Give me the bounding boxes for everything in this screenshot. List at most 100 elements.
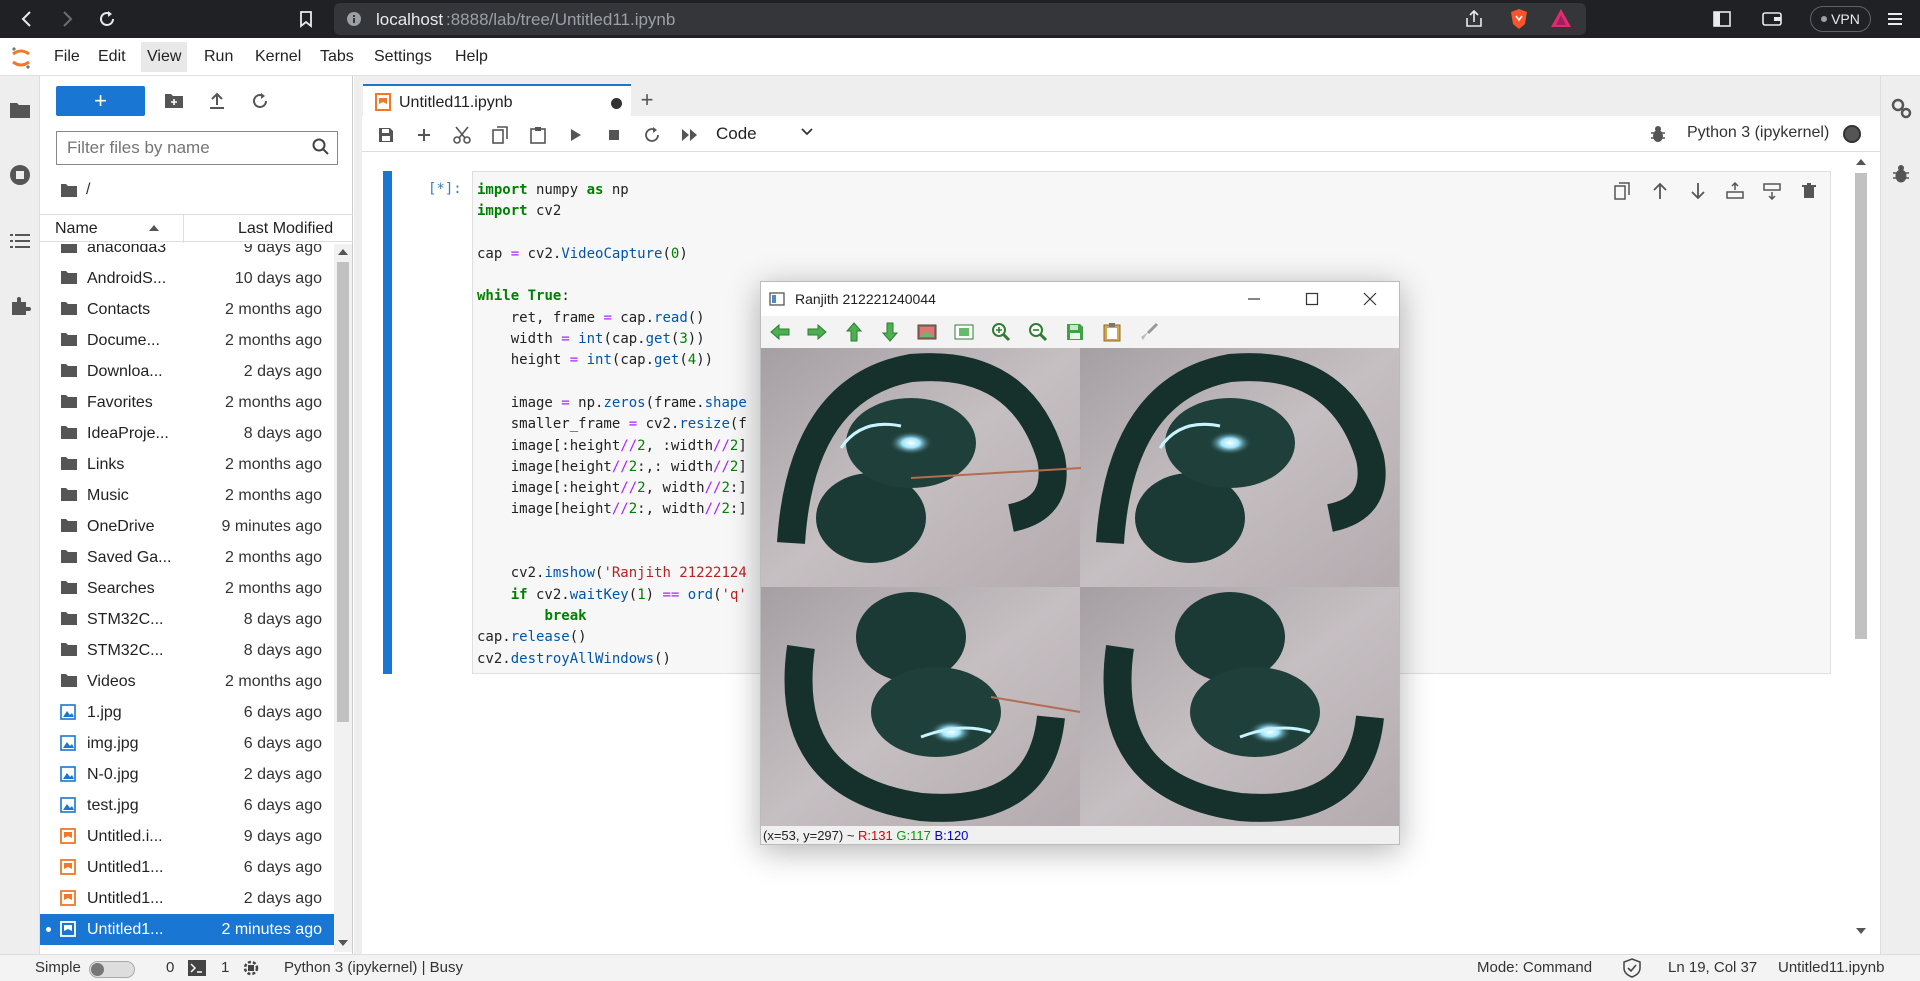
kernel-status[interactable]: Python 3 (ipykernel) | Busy (284, 959, 463, 976)
insert-cell-icon[interactable] (413, 124, 435, 146)
sidebar-toggle-icon[interactable] (1709, 6, 1735, 32)
scroll-up-arrow-icon[interactable] (338, 248, 348, 255)
file-row[interactable]: anaconda3 9 days ago (40, 244, 334, 263)
save-image-icon[interactable] (1064, 321, 1086, 343)
scroll-down-arrow-icon[interactable] (1856, 928, 1866, 935)
bookmark-icon[interactable] (293, 6, 319, 32)
insert-below-icon[interactable] (1761, 180, 1783, 202)
code-editor[interactable]: import numpy as np import cv2 cap = cv2.V… (477, 180, 747, 670)
column-modified-header[interactable]: Last Modified (238, 220, 333, 238)
menu-run[interactable]: Run (202, 48, 235, 66)
kernel-gear-icon[interactable] (242, 959, 260, 977)
duplicate-cell-icon[interactable] (1611, 180, 1633, 202)
scrollbar-thumb[interactable] (1855, 173, 1867, 639)
opencv-titlebar[interactable]: Ranjith 212221240044 (761, 282, 1399, 316)
browser-menu-icon[interactable] (1882, 6, 1908, 32)
debugger-icon[interactable] (1892, 164, 1910, 184)
pan-right-icon[interactable] (806, 321, 828, 343)
breadcrumb-root[interactable]: / (86, 181, 90, 199)
menu-tabs[interactable]: Tabs (318, 48, 356, 66)
run-all-icon[interactable] (679, 124, 701, 146)
trusted-shield-icon[interactable] (1623, 958, 1641, 978)
filter-files-input[interactable] (56, 131, 338, 165)
scrollbar-thumb[interactable] (337, 262, 349, 722)
share-icon[interactable] (1464, 10, 1484, 28)
minimize-icon[interactable] (1247, 292, 1261, 306)
new-folder-icon[interactable] (162, 89, 186, 113)
run-icon[interactable] (565, 124, 587, 146)
column-divider[interactable] (183, 215, 184, 243)
kernel-name[interactable]: Python 3 (ipykernel) (1687, 124, 1829, 142)
file-row[interactable]: Links 2 months ago (40, 449, 334, 480)
chevron-down-icon[interactable] (800, 125, 814, 139)
tab-notebook[interactable]: Untitled11.ipynb (363, 84, 631, 116)
cut-icon[interactable] (451, 124, 473, 146)
file-row[interactable]: Contacts 2 months ago (40, 294, 334, 325)
zoom-out-icon[interactable] (1027, 321, 1049, 343)
extensions-icon[interactable] (6, 292, 34, 320)
file-row[interactable]: AndroidS... 10 days ago (40, 263, 334, 294)
zoom-reset-icon[interactable] (916, 321, 938, 343)
cell-type-select[interactable]: Code (716, 124, 757, 144)
pan-up-icon[interactable] (843, 321, 865, 343)
file-row[interactable]: Untitled1... 2 minutes ago (40, 914, 334, 945)
insert-above-icon[interactable] (1724, 180, 1746, 202)
file-row[interactable]: Untitled1... 6 days ago (40, 852, 334, 883)
save-icon[interactable] (375, 124, 397, 146)
file-row[interactable]: Docume... 2 months ago (40, 325, 334, 356)
back-icon[interactable] (14, 6, 40, 32)
file-row[interactable]: Favorites 2 months ago (40, 387, 334, 418)
new-launcher-button[interactable]: + (56, 86, 145, 116)
simple-mode-toggle[interactable] (89, 961, 135, 978)
file-row[interactable]: Saved Ga... 2 months ago (40, 542, 334, 573)
close-icon[interactable] (1363, 292, 1377, 306)
menu-view[interactable]: View (141, 42, 188, 72)
breadcrumb[interactable]: / (60, 181, 90, 199)
vpn-button[interactable]: VPN (1810, 6, 1871, 32)
site-info-icon[interactable] (346, 11, 362, 27)
file-row[interactable]: STM32C... 8 days ago (40, 635, 334, 666)
file-row[interactable]: Videos 2 months ago (40, 666, 334, 697)
terminals-count[interactable]: 0 (166, 959, 174, 976)
delete-cell-icon[interactable] (1798, 180, 1820, 202)
property-inspector-icon[interactable] (1890, 97, 1912, 119)
pan-down-icon[interactable] (879, 321, 901, 343)
restart-icon[interactable] (641, 124, 663, 146)
brave-rewards-icon[interactable] (1550, 8, 1572, 28)
menu-file[interactable]: File (52, 48, 82, 66)
zoom-in-icon[interactable] (990, 321, 1012, 343)
file-row[interactable]: IdeaProje... 8 days ago (40, 418, 334, 449)
kernels-count[interactable]: 1 (221, 959, 229, 976)
reload-icon[interactable] (94, 6, 120, 32)
table-of-contents-icon[interactable] (6, 227, 34, 255)
wallet-icon[interactable] (1759, 6, 1785, 32)
file-row[interactable]: STM32C... 8 days ago (40, 604, 334, 635)
mode-indicator[interactable]: Mode: Command (1477, 959, 1592, 976)
file-row[interactable]: OneDrive 9 minutes ago (40, 511, 334, 542)
forward-icon[interactable] (54, 6, 80, 32)
scroll-down-arrow-icon[interactable] (338, 940, 348, 947)
copy-image-icon[interactable] (1101, 321, 1123, 343)
file-row[interactable]: Searches 2 months ago (40, 573, 334, 604)
camera-frame-image[interactable] (761, 348, 1399, 826)
stop-icon[interactable] (603, 124, 625, 146)
folder-icon[interactable] (6, 96, 34, 124)
pan-left-icon[interactable] (769, 321, 791, 343)
file-row[interactable]: N-0.jpg 2 days ago (40, 759, 334, 790)
move-down-icon[interactable] (1687, 180, 1709, 202)
scroll-up-arrow-icon[interactable] (1856, 158, 1866, 165)
maximize-icon[interactable] (1305, 292, 1319, 306)
file-row[interactable]: Music 2 months ago (40, 480, 334, 511)
notebook-scrollbar[interactable] (1852, 155, 1870, 940)
file-list-scrollbar[interactable] (334, 244, 352, 952)
menu-help[interactable]: Help (453, 48, 490, 66)
debugger-icon[interactable] (1650, 125, 1666, 143)
menu-settings[interactable]: Settings (372, 48, 434, 66)
refresh-icon[interactable] (248, 89, 272, 113)
unsaved-dot-icon[interactable] (611, 98, 622, 109)
running-kernels-icon[interactable] (6, 161, 34, 189)
file-row[interactable]: Downloa... 2 days ago (40, 356, 334, 387)
active-cell-indicator[interactable] (383, 171, 392, 674)
terminal-icon[interactable] (188, 960, 206, 976)
address-bar[interactable]: localhost :8888/lab/tree/Untitled11.ipyn… (334, 3, 1586, 35)
